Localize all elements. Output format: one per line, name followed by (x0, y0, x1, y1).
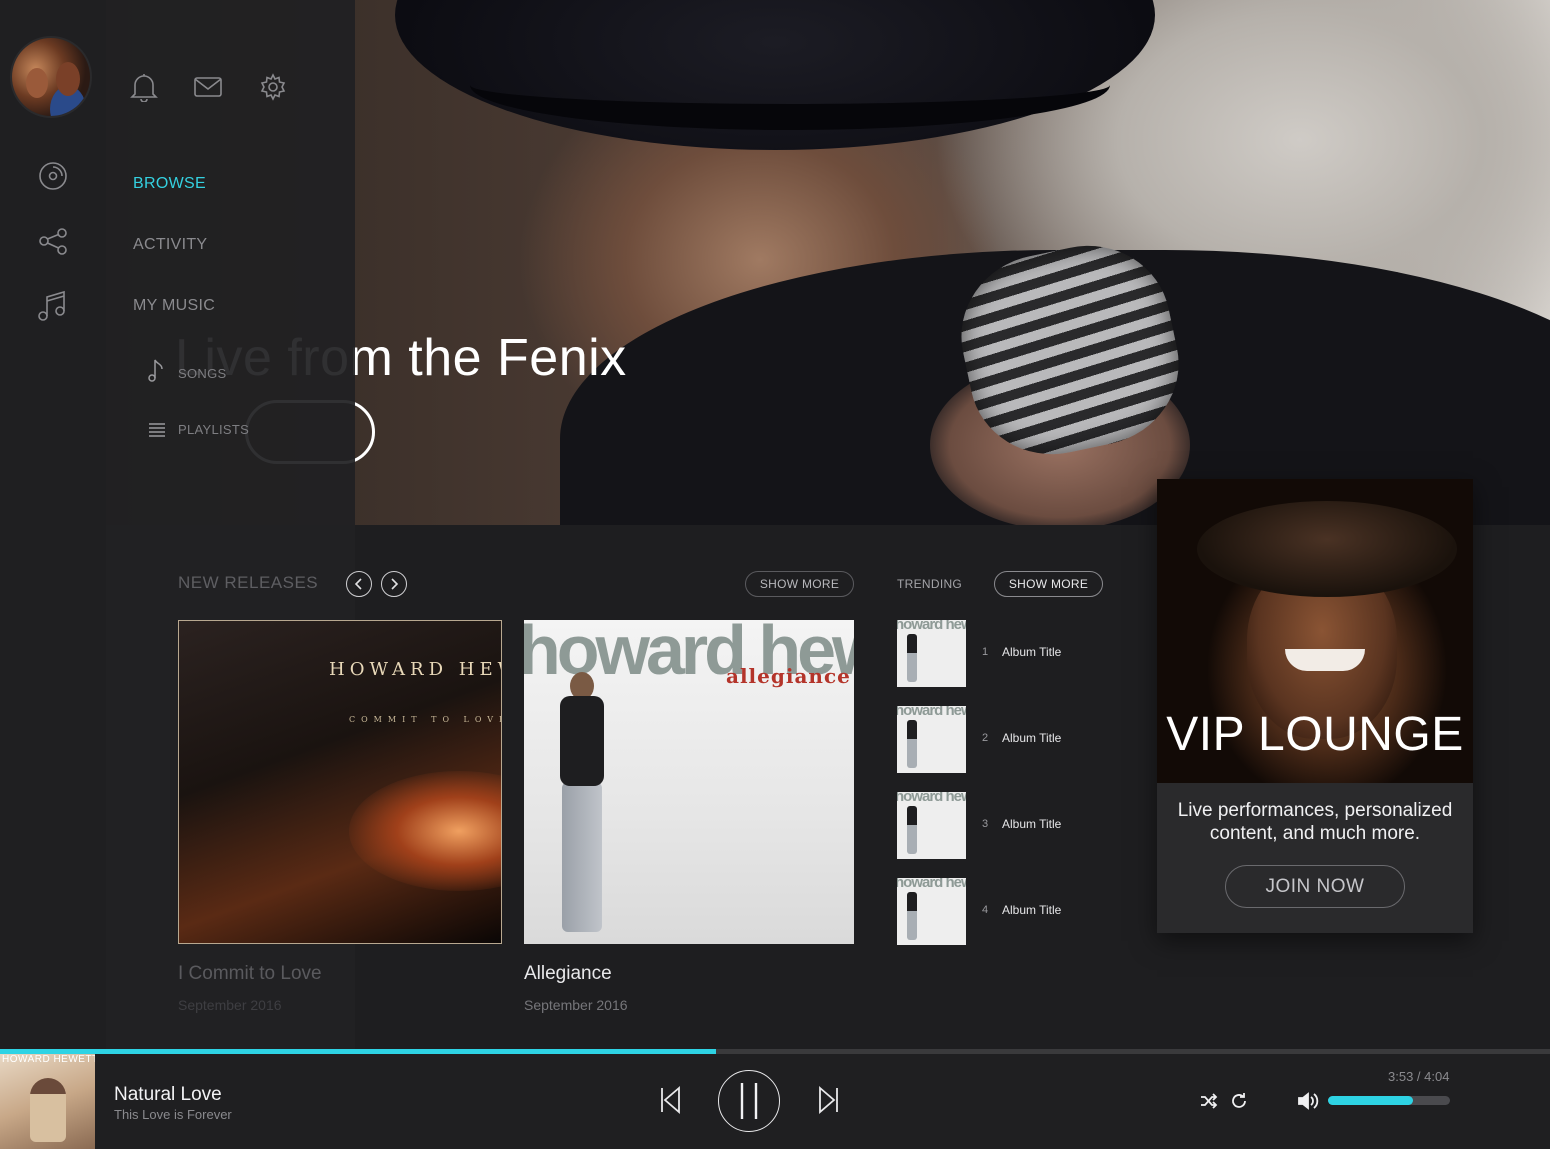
previous-track-button[interactable] (657, 1086, 683, 1114)
sidebar-menu (106, 0, 355, 525)
volume-button[interactable] (1296, 1091, 1320, 1111)
trending-rank: 2 (982, 732, 989, 744)
trending-title[interactable]: Album Title (1002, 645, 1061, 659)
volume-slider[interactable] (1328, 1096, 1450, 1105)
disc-icon[interactable] (37, 160, 69, 192)
vip-lounge-card: VIP LOUNGE Live performances, personaliz… (1157, 479, 1473, 933)
trending-title[interactable]: Album Title (1002, 817, 1061, 831)
sidebar-item-browse[interactable]: BROWSE (133, 175, 206, 193)
playback-time: 3:53 / 4:04 (1388, 1069, 1450, 1084)
volume-icon (1298, 1092, 1319, 1110)
next-button[interactable] (381, 571, 407, 597)
list-icon (148, 423, 166, 437)
trending-rank: 4 (982, 904, 989, 916)
album-date: September 2016 (524, 997, 628, 1013)
avatar[interactable] (10, 36, 92, 118)
shuffle-button[interactable] (1199, 1092, 1219, 1110)
trending-title[interactable]: Album Title (1002, 903, 1061, 917)
now-playing-art[interactable]: HOWARD HEWETT (0, 1054, 95, 1149)
trending-thumb[interactable]: howard hewett (897, 792, 966, 859)
vip-description: Live performances, personalized content,… (1177, 800, 1453, 844)
trending-title[interactable]: Album Title (1002, 731, 1061, 745)
trending-rank: 3 (982, 818, 989, 830)
trending-label: TRENDING (897, 577, 963, 591)
trending-show-more-button[interactable]: SHOW MORE (994, 571, 1103, 597)
trending-thumb[interactable]: howard hewett (897, 878, 966, 945)
sidebar-item-my-music[interactable]: MY MUSIC (133, 297, 215, 315)
album-date: September 2016 (178, 997, 282, 1013)
music-icon[interactable] (35, 289, 69, 323)
next-track-button[interactable] (816, 1086, 842, 1114)
skip-back-icon (661, 1086, 680, 1114)
join-now-button[interactable]: JOIN NOW (1225, 865, 1405, 908)
album-title[interactable]: Allegiance (524, 963, 612, 985)
pause-button[interactable] (718, 1070, 780, 1132)
now-playing-subtitle: This Love is Forever (114, 1107, 232, 1122)
chevron-left-icon (354, 578, 362, 590)
volume-slider-fill (1328, 1096, 1414, 1105)
album-cover-title: allegiance (726, 664, 851, 688)
new-releases-label: NEW RELEASES (178, 573, 319, 592)
shuffle-icon (1201, 1093, 1218, 1109)
gear-icon[interactable] (259, 73, 287, 101)
bell-icon[interactable] (130, 72, 158, 102)
sidebar-subitem-playlists[interactable]: PLAYLISTS (178, 422, 249, 437)
chevron-right-icon (391, 578, 399, 590)
trending-rank: 1 (982, 646, 989, 658)
repeat-icon (1232, 1093, 1246, 1108)
repeat-button[interactable] (1229, 1091, 1249, 1111)
hero-image-hatband (470, 40, 1110, 130)
album-cover-glow (349, 771, 501, 891)
album-cover-subtitle: COMMIT TO LOVE (349, 715, 502, 724)
album-cover-figure (546, 672, 618, 936)
skip-forward-icon (819, 1086, 838, 1114)
mail-icon[interactable] (193, 75, 223, 99)
trending-thumb[interactable]: howard hewett (897, 620, 966, 687)
music-note-icon (147, 358, 165, 382)
new-releases-show-more-button[interactable]: SHOW MORE (745, 571, 854, 597)
vip-title: VIP LOUNGE (1166, 708, 1464, 761)
album-cover-artist: HOWARD HEWETT (329, 659, 501, 680)
icon-rail (0, 0, 106, 1049)
now-playing-title[interactable]: Natural Love (114, 1084, 222, 1106)
album-card-commit-to-love[interactable]: HOWARD HEWETT COMMIT TO LOVE (178, 620, 502, 944)
album-card-allegiance[interactable]: howard hewett allegiance (524, 620, 854, 944)
pause-icon (740, 1083, 758, 1119)
share-icon[interactable] (37, 226, 69, 258)
prev-button[interactable] (346, 571, 372, 597)
album-title[interactable]: I Commit to Love (178, 963, 322, 985)
sidebar-subitem-songs[interactable]: SONGS (178, 366, 226, 381)
app-root: Live from the Fenix BROWSE ACTIVITY MY M… (0, 0, 1550, 1149)
trending-thumb[interactable]: howard hewett (897, 706, 966, 773)
sidebar-item-activity[interactable]: ACTIVITY (133, 236, 207, 254)
